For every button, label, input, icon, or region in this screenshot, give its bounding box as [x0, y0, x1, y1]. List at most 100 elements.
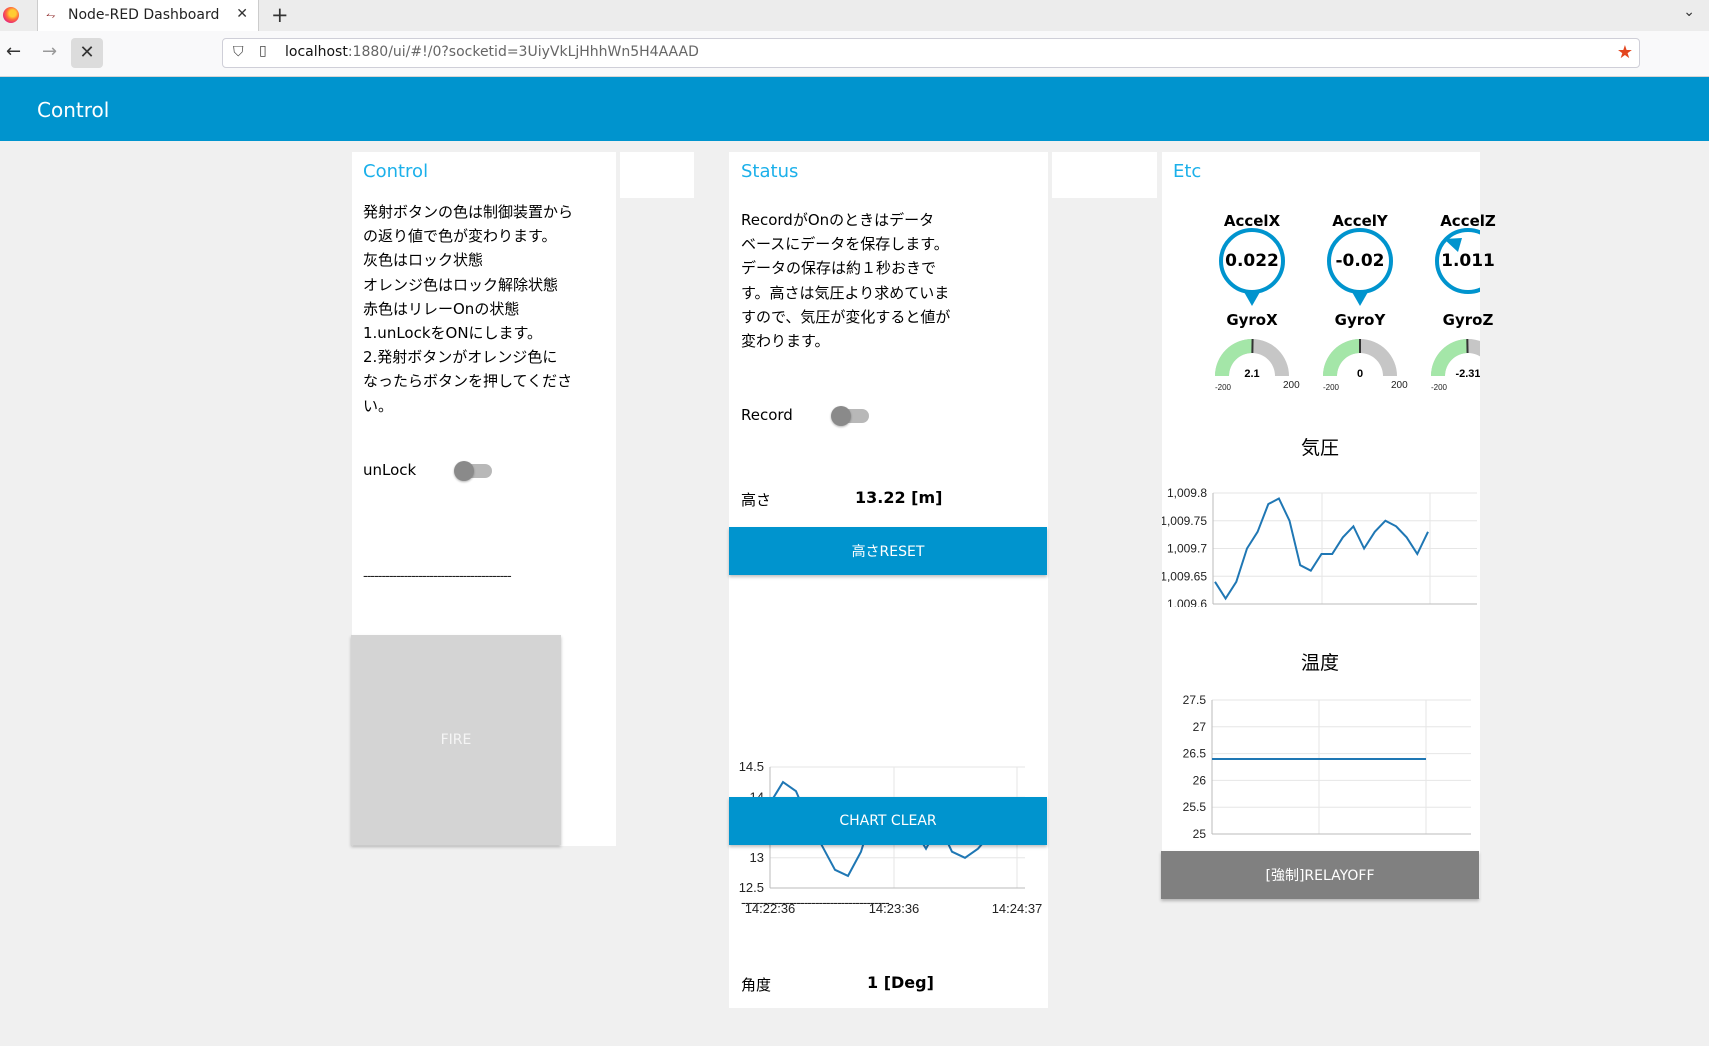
firefox-icon: [3, 7, 19, 23]
chart-y-tick: 26.5: [1183, 747, 1207, 761]
spacer: [620, 152, 694, 198]
record-switch[interactable]: [831, 406, 869, 426]
control-desc-line: 1.unLockをONにします。: [363, 324, 543, 343]
url-host: localhost: [285, 44, 348, 60]
pressure-chart-title: 気圧: [1300, 437, 1339, 459]
close-tab-icon[interactable]: ✕: [236, 6, 248, 22]
height-reset-button[interactable]: 高さRESET: [729, 527, 1047, 575]
chart-y-tick: 13: [750, 850, 764, 865]
switch-knob: [831, 406, 851, 426]
node-red-icon: ⥊: [46, 8, 56, 22]
bookmark-star-icon[interactable]: ★: [1617, 42, 1633, 63]
chart-x-tick: 14:24:37: [992, 901, 1043, 916]
height-value: 13.22 [m]: [855, 488, 943, 507]
status-desc-line: ベースにデータを保存します。: [741, 235, 949, 254]
browser-tab-bar: ⥊ Node-RED Dashboard ✕ + ⌄: [0, 0, 1709, 32]
status-desc-line: すので、気圧が変化すると値が: [741, 307, 951, 326]
status-group-title: Status: [741, 161, 799, 182]
unlock-label: unLock: [363, 461, 417, 479]
control-desc-line: 発射ボタンの色は制御装置から: [363, 203, 574, 221]
chart-y-tick: 1,009.7: [1167, 542, 1207, 556]
gauge-value: -2.31: [1455, 368, 1480, 380]
status-group: Status RecordがOnのときはデータ ベースにデータを保存します。 デ…: [729, 152, 1048, 1008]
height-reset-label: 高さRESET: [851, 544, 925, 560]
browser-nav-bar: ← → ✕ ⛉ ▯ localhost:1880/ui/#!/0?socketi…: [0, 31, 1709, 77]
divider: ----------------------------------------: [741, 896, 890, 911]
accel-y-value: -0.02: [1335, 251, 1385, 271]
fire-button[interactable]: FIRE: [351, 635, 561, 845]
status-desc-line: 変わります。: [741, 332, 830, 351]
chart-clear-button[interactable]: CHART CLEAR: [729, 797, 1047, 845]
chart-y-tick: 25.5: [1183, 800, 1207, 814]
gauge-value: 0: [1357, 368, 1363, 380]
etc-group: Etc AccelX AccelY AccelZ 0.022 -0.02 1.0…: [1162, 152, 1496, 898]
spacer: [1052, 152, 1157, 198]
etc-group-title: Etc: [1173, 161, 1202, 182]
new-tab-icon[interactable]: +: [271, 3, 289, 27]
status-desc-line: データの保存は約１秒おきで: [741, 259, 937, 278]
chart-y-tick: 27.5: [1183, 693, 1207, 707]
gyro-x-label: GyroX: [1226, 311, 1278, 329]
temperature-chart: 27.52726.52625.52514:22:3714:23:3714:24:…: [1183, 693, 1471, 841]
back-arrow-icon[interactable]: ←: [6, 41, 21, 62]
page-title: Control: [37, 98, 110, 122]
chart-y-tick: 1,009.65: [1162, 569, 1207, 583]
angle-value: 1 [Deg]: [867, 973, 934, 992]
angle-label: 角度: [741, 976, 772, 994]
gyro-z-label: GyroZ: [1442, 311, 1494, 329]
stop-loading-icon[interactable]: ✕: [71, 38, 103, 68]
chart-y-tick: 1,009.75: [1162, 514, 1207, 528]
control-desc-line: の返り値で色が変わります。: [363, 227, 557, 246]
gyro-gauges: 2.1-2002000-200200-2.31-200200: [1215, 338, 1480, 392]
shield-icon[interactable]: ⛉: [233, 44, 244, 60]
divider: ----------------------------------------: [363, 569, 512, 584]
chart-y-tick: 12.5: [739, 880, 764, 895]
url-path: :1880/ui/#!/0?socketid=3UiyVkLjHhhWn5H4A…: [347, 44, 699, 60]
url-bar[interactable]: ⛉ ▯ localhost:1880/ui/#!/0?socketid=3Uiy…: [222, 38, 1640, 68]
control-description: 発射ボタンの色は制御装置から の返り値で色が変わります。 灰色はロック状態 オレ…: [363, 200, 573, 418]
relay-off-label: [強制]RELAYOFF: [1265, 868, 1375, 884]
unlock-switch[interactable]: [454, 461, 492, 481]
pressure-chart: 1,009.81,009.751,009.71,009.651,009.614:…: [1162, 486, 1477, 607]
record-label: Record: [741, 406, 793, 424]
height-label: 高さ: [741, 491, 772, 509]
dashboard-header: Control: [0, 77, 1709, 141]
chart-y-tick: 1,009.8: [1167, 486, 1207, 500]
chart-y-tick: 25: [1193, 827, 1207, 841]
status-description: RecordがOnのときはデータ ベースにデータを保存します。 データの保存は約…: [741, 208, 950, 353]
tab-title: Node-RED Dashboard: [68, 7, 220, 23]
chevron-down-icon[interactable]: ⌄: [1683, 4, 1695, 20]
accel-z-value: 1.011: [1441, 251, 1495, 271]
control-desc-line: 2.発射ボタンがオレンジ色に: [363, 348, 558, 367]
browser-tab[interactable]: ⥊ Node-RED Dashboard ✕: [37, 0, 259, 31]
control-group-title: Control: [363, 161, 429, 182]
page-icon[interactable]: ▯: [259, 43, 267, 59]
gauge-value: 2.1: [1244, 368, 1259, 380]
control-desc-line: なったらボタンを押してくださ: [363, 372, 573, 391]
gauge-max: 200: [1283, 380, 1300, 391]
gauge-min: -200: [1431, 383, 1448, 392]
control-desc-line: 赤色はリレーOnの状態: [363, 299, 520, 318]
fire-button-label: FIRE: [440, 732, 472, 748]
status-desc-line: す。高さは気圧より求めていま: [741, 283, 950, 302]
gauge-max: 200: [1391, 380, 1408, 391]
gauge-fill-arc: [1323, 339, 1360, 376]
temperature-chart-title: 温度: [1300, 652, 1339, 674]
chart-clear-label: CHART CLEAR: [839, 813, 937, 829]
control-desc-line: オレンジ色はロック解除状態: [363, 275, 559, 294]
chart-y-tick: 27: [1193, 720, 1207, 734]
relay-off-button[interactable]: [強制]RELAYOFF: [1161, 851, 1479, 899]
switch-knob: [454, 461, 474, 481]
chart-y-tick: 1,009.6: [1167, 597, 1207, 607]
chart-y-tick: 14.5: [739, 759, 764, 774]
gauge-min: -200: [1215, 383, 1232, 392]
status-desc-line: RecordがOnのときはデータ: [741, 211, 935, 229]
gauge-min: -200: [1323, 383, 1340, 392]
control-desc-line: い。: [363, 396, 394, 415]
forward-arrow-icon[interactable]: →: [42, 41, 57, 62]
gyro-y-label: GyroY: [1334, 311, 1386, 329]
url-text[interactable]: localhost:1880/ui/#!/0?socketid=3UiyVkLj…: [285, 44, 699, 60]
control-desc-line: 灰色はロック状態: [363, 251, 484, 270]
accel-x-value: 0.022: [1225, 251, 1279, 271]
height-chart: 14.51413.51312.514:22:3614:23:3614:24:37: [739, 759, 1043, 916]
